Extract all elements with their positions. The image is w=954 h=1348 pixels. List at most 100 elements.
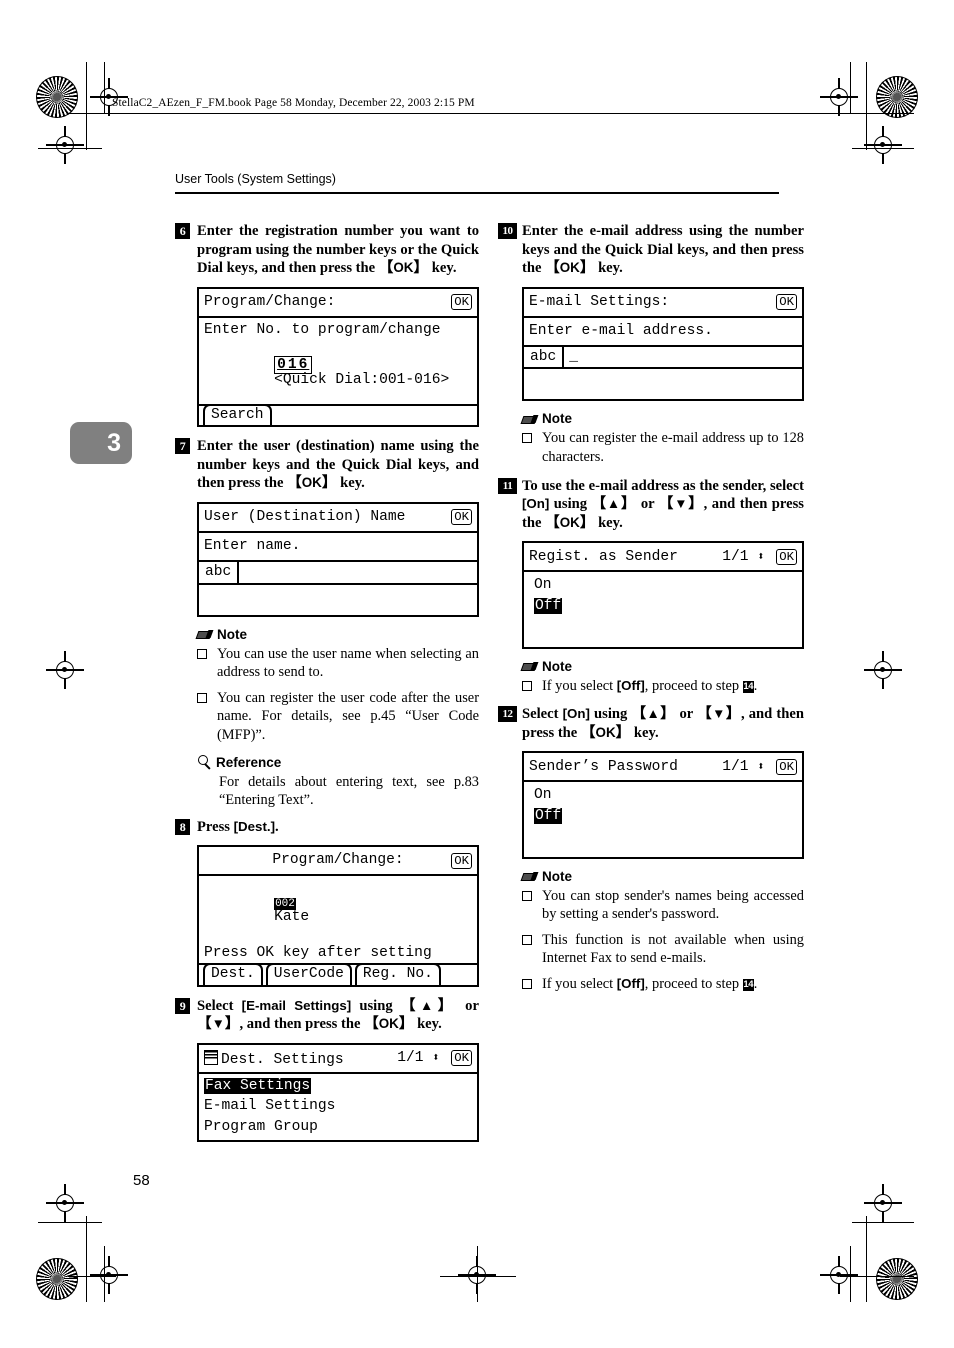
- lcd-title-right: 1/1 ⬍ OK: [397, 1050, 472, 1067]
- lcd-regist-as-sender: Regist. as Sender 1/1 ⬍ OK On Off: [522, 541, 804, 649]
- ok-button[interactable]: OK: [451, 1050, 472, 1067]
- note-item: This function is not available when usin…: [522, 931, 804, 968]
- menu-item-email-settings[interactable]: E-mail Settings: [199, 1096, 477, 1117]
- step-6-key: OK: [393, 260, 414, 276]
- lcd-prompt: Enter name.: [204, 538, 301, 555]
- reference-body: For details about entering text, see p.8…: [219, 773, 479, 809]
- step-8-text: 8 Press [Dest.].: [175, 818, 479, 837]
- menu-list-icon: [204, 1049, 218, 1065]
- step-8: 8 Press [Dest.]. Program/Change: OK 002 K…: [175, 818, 479, 987]
- crop-line-top-right-v: [850, 62, 852, 114]
- step-8-number: 8: [175, 818, 190, 835]
- lcd-instruction: Press OK key after setting: [204, 944, 432, 961]
- name-input-field[interactable]: [239, 562, 477, 583]
- note-text-b: , proceed to step: [644, 975, 743, 992]
- step-8-text-b: .: [275, 818, 279, 835]
- search-tab[interactable]: Search: [203, 403, 272, 426]
- note-text-c: .: [753, 677, 758, 694]
- option-on[interactable]: On: [524, 572, 802, 596]
- lcd-title-group: Dest. Settings: [204, 1049, 344, 1068]
- lcd-title-right: 1/1 ⬍ OK: [722, 758, 797, 775]
- ok-button[interactable]: OK: [776, 294, 797, 311]
- scroll-updown-icon: ⬍: [432, 1051, 440, 1066]
- note-item: You can register the e-mail address up t…: [522, 429, 804, 466]
- reg-no-tab[interactable]: Reg. No.: [354, 963, 441, 985]
- step-12: 12 Select [On] using 【▲】 or 【▼】, and then…: [498, 705, 804, 859]
- option-row-off[interactable]: Off: [524, 596, 802, 617]
- option-off-selected[interactable]: Off: [534, 807, 563, 824]
- usercode-tab[interactable]: UserCode: [265, 963, 352, 985]
- crop-line-right-v: [866, 62, 868, 150]
- note-label: Note: [542, 868, 572, 884]
- step-9-text-c: or: [456, 997, 479, 1014]
- ok-button[interactable]: OK: [451, 852, 472, 869]
- step-12-text: 12 Select [On] using 【▲】 or 【▼】, and then…: [498, 705, 804, 742]
- lcd-page-indicator: 1/1: [397, 1050, 424, 1067]
- lcd-prompt: Enter No. to program/change: [204, 321, 441, 338]
- step-12-bracket: [On]: [562, 706, 590, 722]
- quick-dial-range: <Quick Dial:001-016>: [274, 371, 450, 388]
- dest-tab[interactable]: Dest.: [203, 963, 263, 985]
- reference-label: Reference: [216, 754, 282, 770]
- lcd-tab-row: Search: [199, 403, 477, 426]
- note-heading-4: Note: [522, 869, 804, 884]
- reference-heading-1: Reference: [197, 755, 479, 770]
- note-pencil-icon: [522, 660, 537, 672]
- note-heading-2: Note: [522, 411, 804, 426]
- registration-mark-mid-left-upper: [46, 126, 84, 164]
- note-text-c: .: [753, 975, 758, 992]
- step-11-key-up: ▲: [606, 496, 621, 512]
- menu-item-program-group[interactable]: Program Group: [199, 1117, 477, 1140]
- step-11: 11 To use the e-mail address as the sende…: [498, 477, 804, 649]
- registration-mark-bottom-right: [820, 1256, 858, 1294]
- right-column: 10 Enter the e-mail address using the num…: [498, 222, 804, 1000]
- ok-button[interactable]: OK: [451, 294, 472, 311]
- input-mode-abc[interactable]: abc: [199, 561, 240, 583]
- step-9: 9 Select [E-mail Settings] using 【▲】 or 【…: [175, 997, 479, 1142]
- lcd-page-indicator: 1/1: [722, 548, 749, 565]
- print-control-mark-top-right: [876, 76, 918, 118]
- step-9-text-d: , and then press the: [239, 1016, 365, 1033]
- step-8-text-a: Press: [197, 818, 234, 835]
- crop-line-bottom-right-h: [840, 1276, 914, 1278]
- step-7-key: OK: [301, 475, 322, 491]
- entry-name: Kate: [274, 909, 310, 926]
- lcd-title: User (Destination) Name: [204, 509, 406, 526]
- ok-button[interactable]: OK: [451, 509, 472, 526]
- menu-item-row[interactable]: Fax Settings: [199, 1074, 477, 1097]
- step-11-text-a: To use the e-mail address as the sender,…: [522, 477, 804, 494]
- crop-line-bottom-left2-v: [86, 1216, 88, 1302]
- option-row-off[interactable]: Off: [524, 806, 802, 827]
- crop-line-right-h: [852, 148, 914, 150]
- note-heading-3: Note: [522, 659, 804, 674]
- registration-mark-bottom-left: [90, 1256, 128, 1294]
- crop-line-bottom-center-v: [477, 1246, 479, 1302]
- option-off-selected[interactable]: Off: [534, 597, 563, 614]
- menu-item-fax-settings[interactable]: Fax Settings: [204, 1077, 312, 1094]
- lcd-blank-row: [524, 617, 802, 647]
- step-11-number: 11: [498, 477, 517, 494]
- step-6-number: 6: [175, 223, 190, 239]
- email-input-field[interactable]: _: [564, 347, 802, 368]
- step-6: 6 Enter the registration number you want …: [175, 222, 479, 428]
- ok-button[interactable]: OK: [776, 758, 797, 775]
- step-12-text-a: Select: [522, 706, 563, 723]
- note-item: You can stop sender's names being access…: [522, 887, 804, 924]
- step-10-key: OK: [559, 260, 580, 276]
- note-item: You can register the user code after the…: [197, 689, 479, 745]
- input-mode-abc[interactable]: abc: [524, 346, 565, 368]
- step-12-number: 12: [498, 706, 517, 723]
- step-12-text-e: key.: [630, 724, 659, 741]
- print-control-mark-bottom-right: [876, 1258, 918, 1300]
- note-label: Note: [217, 626, 247, 642]
- scroll-updown-icon: ⬍: [757, 549, 765, 564]
- ok-button[interactable]: OK: [776, 548, 797, 565]
- note-pencil-icon: [197, 628, 212, 640]
- crop-line-left-h: [38, 148, 102, 150]
- step-9-bracket: [E-mail Settings]: [241, 997, 352, 1013]
- crop-line-bottom-right2-h: [852, 1222, 914, 1224]
- option-on[interactable]: On: [524, 782, 802, 806]
- lcd-user-destination-name: User (Destination) Name OK Enter name. a…: [197, 501, 479, 617]
- registration-mark-mid-right: [864, 651, 902, 689]
- left-column: 6 Enter the registration number you want …: [175, 222, 479, 1152]
